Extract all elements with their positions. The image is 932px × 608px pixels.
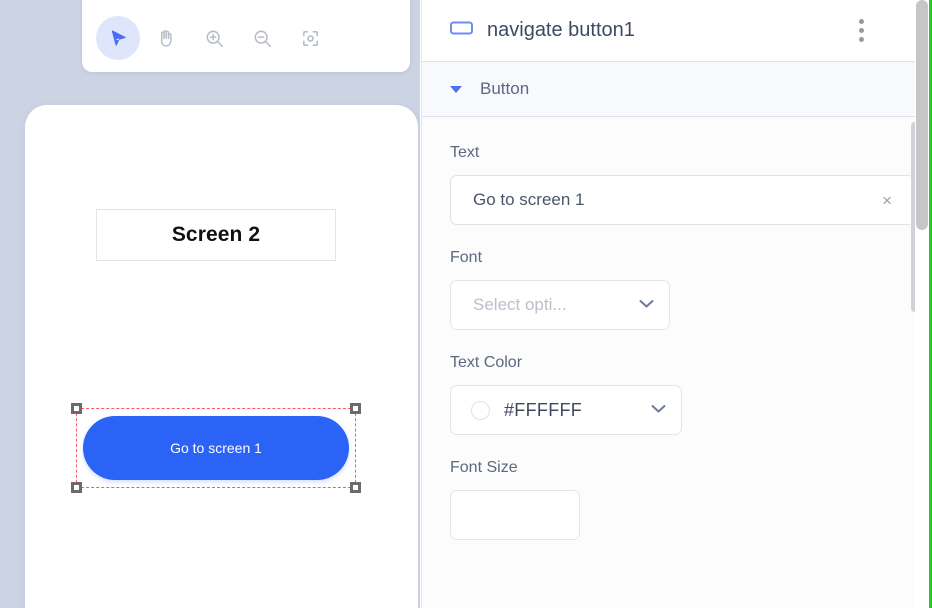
font-size-input[interactable] <box>450 490 580 540</box>
cursor-arrow-icon <box>106 26 130 50</box>
font-select[interactable]: Select opti... <box>450 280 670 330</box>
field-group-text: Text Go to screen 1 × <box>422 144 932 225</box>
kebab-menu-icon[interactable] <box>848 14 874 48</box>
zoom-in-icon <box>203 27 226 50</box>
clear-text-icon[interactable]: × <box>876 192 898 209</box>
screen-title-widget[interactable]: Screen 2 <box>96 209 336 261</box>
chevron-down-icon <box>638 296 655 314</box>
field-group-text-color: Text Color #FFFFFF <box>422 354 932 435</box>
resize-handle-bottom-right[interactable] <box>350 482 361 493</box>
button-rect-icon <box>450 20 473 41</box>
select-tool-button[interactable] <box>96 16 140 60</box>
pan-tool-button[interactable] <box>144 16 188 60</box>
font-select-placeholder: Select opti... <box>473 295 567 314</box>
text-color-picker[interactable]: #FFFFFF <box>450 385 682 435</box>
window-scrollbar-thumb[interactable] <box>916 0 928 230</box>
text-color-field-label: Text Color <box>450 354 523 371</box>
field-group-font-size: Font Size <box>422 459 932 540</box>
resize-handle-top-left[interactable] <box>71 403 82 414</box>
app-root: Screen 2 Go to screen 1 navigate button1 <box>0 0 932 608</box>
selected-widget-name: navigate button1 <box>487 19 635 41</box>
window-scrollbar[interactable] <box>915 0 929 608</box>
caret-down-icon <box>450 85 462 93</box>
screen-frame[interactable]: Screen 2 Go to screen 1 <box>25 105 418 608</box>
resize-handle-top-right[interactable] <box>350 403 361 414</box>
font-size-field-label: Font Size <box>450 459 518 476</box>
canvas-toolbar <box>82 0 410 72</box>
fit-to-screen-tool-button[interactable] <box>288 16 332 60</box>
text-input-wrapper[interactable]: Go to screen 1 × <box>450 175 915 225</box>
zoom-out-icon <box>251 27 274 50</box>
text-input[interactable]: Go to screen 1 <box>473 190 876 210</box>
hand-icon <box>155 27 178 50</box>
properties-panel: navigate button1 Button Text Go to scree… <box>421 0 932 608</box>
properties-panel-header: navigate button1 <box>422 0 932 62</box>
selected-widget-wrapper[interactable]: Go to screen 1 <box>71 403 361 493</box>
zoom-in-tool-button[interactable] <box>192 16 236 60</box>
navigate-button-widget[interactable]: Go to screen 1 <box>83 416 349 480</box>
resize-handle-bottom-left[interactable] <box>71 482 82 493</box>
font-field-label: Font <box>450 249 483 266</box>
section-title-label: Button <box>480 79 530 98</box>
focus-frame-icon <box>299 27 322 50</box>
design-canvas[interactable]: Screen 2 Go to screen 1 <box>0 0 420 608</box>
section-header-button[interactable]: Button <box>422 62 932 117</box>
chevron-down-icon <box>650 401 667 419</box>
properties-panel-body: Text Go to screen 1 × Font Select opti..… <box>422 118 932 608</box>
text-field-label: Text <box>450 144 480 161</box>
text-color-value: #FFFFFF <box>504 399 583 420</box>
field-group-font: Font Select opti... <box>422 249 932 330</box>
color-swatch-icon <box>471 400 490 420</box>
zoom-out-tool-button[interactable] <box>240 16 284 60</box>
